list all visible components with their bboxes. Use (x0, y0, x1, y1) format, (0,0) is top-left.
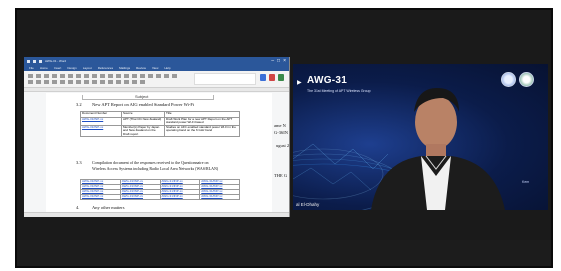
font-controls[interactable] (28, 74, 178, 78)
event-title: AWG-31 (307, 75, 348, 86)
awg-arrow-icon: ▶ (297, 80, 302, 86)
table-cell: Studies on AFC enabled standard power Wi… (164, 124, 240, 138)
save-icon[interactable] (27, 59, 30, 63)
maximize-icon[interactable]: □ (277, 57, 280, 65)
event-subtitle: The 31st Meeting of APT Wireless Group (307, 89, 371, 93)
corner-mark: Kem (522, 180, 530, 184)
document-page[interactable]: Subject 3.2 New APT Report on AIG enable… (46, 93, 272, 217)
meeting-window: AWG-31 - Word – □ × File Home Insert Des… (15, 8, 553, 268)
document-link[interactable]: AWG-31/INP-xx (80, 124, 122, 138)
host-logo-icon (519, 72, 534, 87)
table-row: AWG-31/INP-xx Member(s) Paper by Japan a… (80, 124, 240, 138)
document-link[interactable]: AWG-31/INP-xx (199, 194, 240, 200)
redo-icon[interactable] (39, 59, 42, 63)
clipped-text: THE G (274, 173, 288, 178)
documents-table: Document Number Source Title AWG-31/INP-… (80, 111, 240, 138)
speaker-video-tile[interactable]: ▶ AWG-31 The 31st Meeting of APT Wireles… (293, 64, 548, 210)
document-link[interactable]: AWG-31/INP-xx (119, 194, 161, 200)
minimize-icon[interactable]: – (271, 57, 274, 65)
undo-icon[interactable] (33, 59, 36, 63)
document-title: AWG-31 - Word (45, 59, 67, 63)
section-text-line: Wireless Access Systems including Radio … (92, 166, 219, 171)
section-number: 3.3 (76, 160, 82, 165)
clipped-text: G-36IN (274, 130, 288, 135)
apt-logo-icon (501, 72, 516, 87)
section-title: Any other matters (92, 205, 125, 210)
meeting-bottom-strip (17, 240, 551, 266)
document-title-bar: AWG-31 - Word – □ × (24, 57, 289, 65)
styles-gallery[interactable] (194, 73, 256, 85)
participant-name: al El-Dhahy (296, 202, 320, 207)
ruler (24, 88, 289, 92)
table-header-cell: Subject (82, 94, 214, 100)
close-icon[interactable]: × (283, 57, 286, 65)
editor-icon[interactable] (278, 74, 284, 81)
table-cell: Member(s) Paper by Japan and New Zealand… (121, 124, 165, 138)
section-number: 4. (76, 205, 80, 210)
find-icon[interactable] (260, 74, 266, 81)
document-link[interactable]: AWG-31/INP-xx (80, 194, 121, 200)
table-row: AWG-31/INP-xx AWG-31/INP-xx AWG-31/INP-x… (80, 194, 240, 200)
status-bar (24, 212, 289, 217)
clipped-text: ugust 2 (276, 143, 290, 148)
document-link[interactable]: AWG-31/INP-xx (159, 194, 201, 200)
shared-document-window[interactable]: AWG-31 - Word – □ × File Home Insert Des… (24, 57, 290, 217)
ribbon-toolbar[interactable] (24, 71, 289, 88)
section-text-line: Compilation document of the responses re… (92, 160, 209, 165)
header-cell-text: Subject (135, 94, 149, 99)
clipped-text: ame N (274, 123, 286, 128)
section-number: 3.2 (76, 102, 82, 107)
section-title: New APT Report on AIG enabled Standard P… (92, 102, 195, 107)
paragraph-controls[interactable] (28, 80, 148, 84)
responses-table: AWG-31/INP-xx AWG-31/INP-xx AWG-31/INP-x… (80, 179, 240, 200)
dictate-icon[interactable] (269, 74, 275, 81)
